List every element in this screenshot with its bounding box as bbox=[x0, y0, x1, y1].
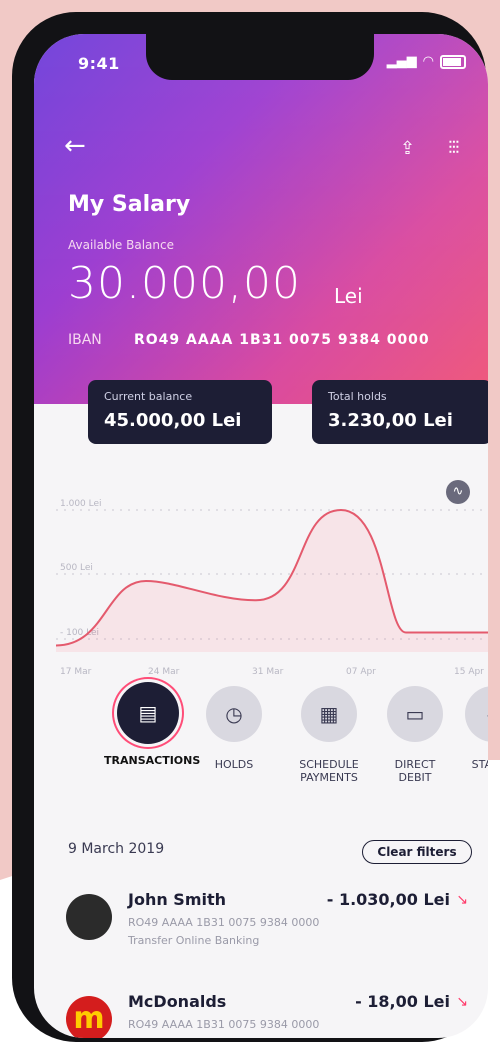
clear-filters-button[interactable]: Clear filters bbox=[362, 840, 472, 864]
action-direct-debit[interactable]: ▭ DIRECT DEBIT bbox=[378, 686, 452, 784]
iban-value: RO49 AAAA 1B31 0075 9384 0000 bbox=[134, 332, 430, 348]
notch bbox=[146, 34, 374, 80]
x-tick-label: 24 Mar bbox=[148, 667, 180, 677]
series-area bbox=[56, 510, 488, 652]
filters-icon[interactable]: ⫶⫶⫶ bbox=[448, 138, 459, 159]
share-icon[interactable]: ⇪ bbox=[400, 138, 415, 159]
action-label: SCHEDULE PAYMENTS bbox=[299, 758, 359, 784]
transaction-name: McDonalds bbox=[128, 992, 227, 1011]
action-label: STATEM bbox=[471, 758, 488, 771]
transaction-amount: - 1.030,00 Lei bbox=[326, 890, 450, 909]
mcdonalds-logo-icon: m bbox=[66, 996, 112, 1038]
y-tick-label: 500 Lei bbox=[60, 563, 93, 573]
actions-row: ▤ TRANSACTIONS ◷ HOLDS ▦ SCHEDULE PAYMEN… bbox=[56, 682, 488, 822]
x-tick-label: 15 Apr bbox=[454, 667, 484, 677]
wifi-icon: ◠ bbox=[422, 54, 434, 69]
current-balance-card[interactable]: Current balance 45.000,00 Lei bbox=[88, 380, 272, 444]
status-time: 9:41 bbox=[78, 54, 120, 73]
outgoing-arrow-icon: ↘ bbox=[456, 994, 468, 1010]
balance-header bbox=[34, 34, 488, 404]
card-value: 45.000,00 Lei bbox=[104, 410, 242, 431]
signal-icon: ▂▄▆ bbox=[386, 54, 417, 69]
iban-label: IBAN bbox=[68, 332, 102, 348]
balance-chart: 1.000 Lei 500 Lei - 100 Lei 17 Mar 24 Mar 31 … bbox=[56, 474, 488, 684]
direct-debit-icon: ▭ bbox=[387, 686, 443, 742]
y-tick-label: 1.000 Lei bbox=[60, 499, 102, 509]
back-button[interactable]: ← bbox=[64, 133, 86, 159]
x-tick-label: 07 Apr bbox=[346, 667, 376, 677]
balance-chart-svg: 1.000 Lei500 Lei- 100 Lei17 Mar 24 Mar 31 … bbox=[56, 499, 488, 677]
action-label: DIRECT DEBIT bbox=[394, 758, 436, 784]
statement-icon: ✓ bbox=[465, 686, 488, 742]
status-icons: ▂▄▆ ◠ bbox=[387, 54, 466, 69]
currency: Lei bbox=[334, 284, 363, 308]
outgoing-arrow-icon: ↘ bbox=[456, 892, 468, 908]
filter-date: 9 March 2019 bbox=[68, 841, 165, 857]
avatar bbox=[66, 894, 112, 940]
transaction-iban: RO49 AAAA 1B31 0075 9384 0000 bbox=[128, 1018, 320, 1031]
schedule-icon: ▦ bbox=[301, 686, 357, 742]
card-value: 3.230,00 Lei bbox=[328, 410, 453, 431]
transaction-iban: RO49 AAAA 1B31 0075 9384 0000 bbox=[128, 916, 320, 929]
phone-frame: 9:41 ▂▄▆ ◠ ← ⇪ ⫶⫶⫶ My Salary Available B… bbox=[12, 12, 488, 1042]
card-label: Current balance bbox=[104, 390, 193, 403]
transaction-note: Transfer Online Banking bbox=[128, 934, 260, 947]
action-label: HOLDS bbox=[214, 758, 254, 771]
action-label: TRANSACTIONS bbox=[104, 754, 201, 767]
x-tick-label: 31 Mar bbox=[252, 667, 284, 677]
page-title: My Salary bbox=[68, 192, 191, 217]
card-label: Total holds bbox=[328, 390, 387, 403]
action-transactions[interactable]: ▤ TRANSACTIONS bbox=[104, 682, 201, 767]
action-holds[interactable]: ◷ HOLDS bbox=[196, 686, 272, 771]
action-schedule-payments[interactable]: ▦ SCHEDULE PAYMENTS bbox=[282, 686, 376, 784]
available-balance-amount: 30.000,00 bbox=[68, 258, 301, 309]
battery-icon bbox=[440, 54, 466, 69]
app-screen: 9:41 ▂▄▆ ◠ ← ⇪ ⫶⫶⫶ My Salary Available B… bbox=[34, 34, 488, 1038]
transactions-icon: ▤ bbox=[117, 682, 179, 744]
transaction-name: John Smith bbox=[128, 890, 227, 909]
total-holds-card[interactable]: Total holds 3.230,00 Lei bbox=[312, 380, 488, 444]
transaction-amount: - 18,00 Lei bbox=[355, 992, 450, 1011]
holds-icon: ◷ bbox=[206, 686, 262, 742]
x-tick-label: 17 Mar bbox=[60, 667, 92, 677]
action-statement[interactable]: ✓ STATEM bbox=[458, 686, 488, 771]
available-balance-label: Available Balance bbox=[68, 238, 174, 252]
